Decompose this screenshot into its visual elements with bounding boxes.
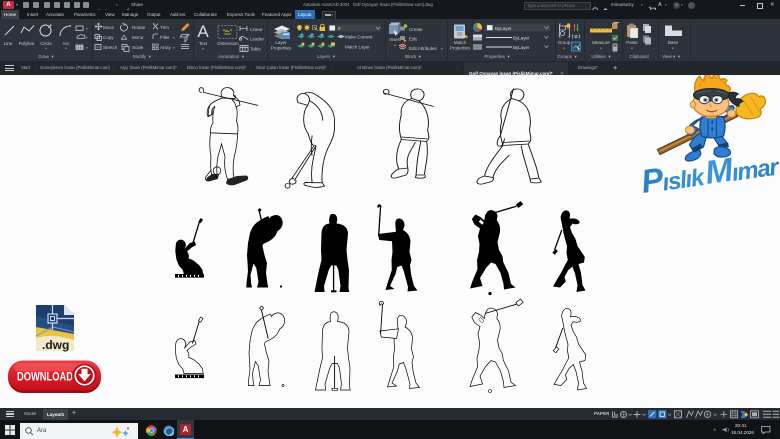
svg-text:ByLayer: ByLayer [513, 36, 530, 41]
svg-text:Trim: Trim [160, 25, 169, 30]
svg-text:.dwg: .dwg [42, 338, 69, 352]
svg-text:Rotate: Rotate [132, 25, 146, 30]
svg-text:▾: ▾ [86, 36, 88, 40]
svg-text:Polyline: Polyline [19, 41, 35, 46]
svg-text:Match: Match [454, 40, 467, 45]
svg-text:Measure: Measure [592, 40, 610, 45]
svg-text:▾: ▾ [86, 46, 88, 50]
svg-text:Match Layer: Match Layer [345, 45, 370, 50]
svg-text:·: · [264, 37, 266, 42]
svg-text:Edit Attributes: Edit Attributes [409, 46, 438, 51]
svg-text:·: · [653, 25, 654, 30]
svg-text:▾: ▾ [563, 47, 565, 51]
svg-text:Table: Table [250, 47, 261, 52]
svg-text:Edit: Edit [409, 37, 418, 42]
svg-text:DOWNLOAD: DOWNLOAD [17, 372, 73, 384]
svg-text:Line: Line [4, 41, 13, 46]
svg-text:Linear: Linear [250, 27, 263, 32]
svg-text:▾: ▾ [45, 47, 47, 51]
svg-text:Leader: Leader [250, 37, 265, 42]
svg-text:·: · [264, 27, 266, 32]
svg-text:Layer: Layer [275, 40, 287, 45]
svg-text:Array: Array [160, 45, 172, 50]
svg-text:Fillet: Fillet [160, 35, 170, 40]
svg-text:▾: ▾ [173, 46, 175, 50]
svg-text:Group: Group [558, 40, 571, 45]
svg-text:Base: Base [668, 40, 679, 45]
svg-text:Scale: Scale [132, 45, 144, 50]
svg-text:·: · [173, 25, 175, 30]
svg-text:▾: ▾ [672, 47, 674, 51]
svg-text:Make Current: Make Current [345, 35, 373, 40]
svg-text:▾: ▾ [65, 47, 67, 51]
svg-text:▾: ▾ [600, 47, 602, 51]
svg-text:▾: ▾ [202, 47, 204, 51]
svg-text:ByLayer: ByLayer [495, 26, 512, 31]
svg-text:Dimension: Dimension [217, 41, 239, 46]
svg-text:ByLayer: ByLayer [513, 45, 530, 50]
svg-text:Move: Move [103, 25, 115, 30]
svg-text:▾: ▾ [173, 36, 175, 40]
svg-text:Mirror: Mirror [132, 35, 144, 40]
svg-text:Text: Text [199, 41, 208, 46]
svg-text:Stretch: Stretch [103, 45, 118, 50]
svg-text:▾: ▾ [631, 47, 633, 51]
svg-text:Insert: Insert [389, 37, 401, 42]
svg-text:Copy: Copy [103, 35, 114, 40]
svg-text:▾: ▾ [441, 47, 443, 51]
svg-text:Properties: Properties [450, 46, 471, 51]
svg-text:Properties: Properties [271, 46, 292, 51]
svg-text:▾: ▾ [394, 44, 396, 48]
svg-text:Create: Create [409, 27, 423, 32]
svg-text:A: A [197, 22, 209, 41]
svg-text:·: · [653, 37, 654, 42]
svg-text:Paste: Paste [626, 40, 638, 45]
svg-text:Arc: Arc [63, 41, 71, 46]
svg-text:▾: ▾ [86, 27, 88, 31]
svg-text:Circle: Circle [40, 41, 52, 46]
